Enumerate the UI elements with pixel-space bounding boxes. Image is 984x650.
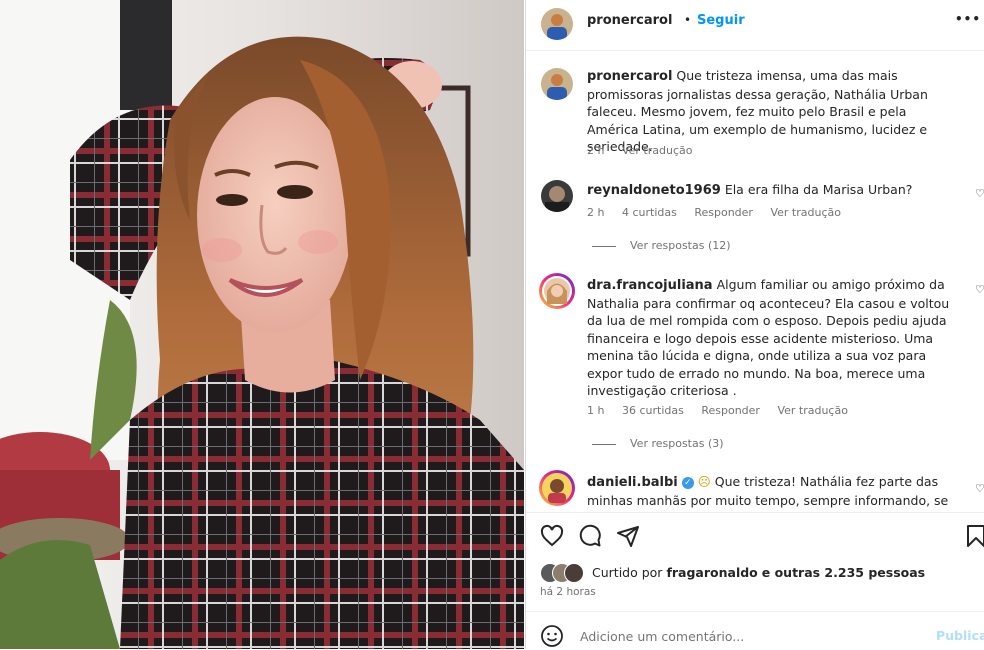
comment-row: dra.francojuliana Algum familiar ou amig…	[587, 276, 957, 400]
commenter-avatar[interactable]	[539, 273, 575, 309]
comment-time: 2 h	[587, 206, 605, 219]
likes-summary: Curtido por fragaronaldo e outras 2.235 …	[592, 565, 925, 580]
view-replies-button[interactable]: Ver respostas (12)	[592, 239, 731, 252]
comment-like-heart-icon[interactable]: ♡	[975, 187, 984, 200]
separator-dot: •	[684, 13, 692, 27]
commenter-avatar[interactable]	[539, 470, 575, 506]
caption-avatar[interactable]	[541, 68, 573, 100]
caption-translate-link[interactable]: Ver tradução	[622, 144, 693, 157]
sad-emoji: ☹	[697, 474, 711, 489]
comment-likes[interactable]: 4 curtidas	[622, 206, 677, 219]
share-icon[interactable]	[616, 524, 640, 548]
caption-username[interactable]: pronercarol	[587, 69, 672, 84]
author-username[interactable]: pronercarol	[587, 13, 672, 28]
author-avatar[interactable]	[541, 8, 573, 40]
reply-link[interactable]: Responder	[701, 404, 760, 417]
comment-row: danieli.balbi ✓ ☹ Que tristeza! Nathália…	[587, 473, 977, 511]
comment-meta: 2 h 4 curtidas Responder Ver tradução	[587, 206, 855, 219]
comment-likes[interactable]: 36 curtidas	[622, 404, 684, 417]
replies-line	[592, 443, 616, 445]
comment-text: Algum familiar ou amigo próximo da Natha…	[587, 277, 950, 398]
reply-link[interactable]: Responder	[694, 206, 753, 219]
view-replies-button[interactable]: Ver respostas (3)	[592, 437, 724, 450]
heart-icon[interactable]	[540, 524, 564, 548]
liker-avatars[interactable]	[540, 563, 588, 583]
emoji-icon[interactable]	[540, 624, 564, 648]
caption-block: pronercarol Que tristeza imensa, uma das…	[587, 67, 957, 156]
post-details-panel: pronercarol • Seguir ••• pronercarol Que…	[525, 0, 984, 649]
post-timestamp[interactable]: há 2 horas	[540, 586, 596, 598]
more-icon[interactable]: •••	[955, 12, 981, 26]
comment-meta: 1 h 36 curtidas Responder Ver tradução	[587, 404, 862, 417]
comment-row: reynaldoneto1969 Ela era filha da Marisa…	[587, 181, 957, 200]
comment-time: 1 h	[587, 404, 605, 417]
comment-like-heart-icon[interactable]: ♡	[975, 482, 984, 495]
comment-row-clip: danieli.balbi ✓ ☹ Que tristeza! Nathália…	[587, 473, 977, 511]
post-photo	[0, 0, 524, 649]
translate-link[interactable]: Ver tradução	[777, 404, 848, 417]
comment-username[interactable]: reynaldoneto1969	[587, 183, 721, 198]
comment-like-heart-icon[interactable]: ♡	[975, 283, 984, 296]
likes-suffix[interactable]: e outras 2.235 pessoas	[762, 565, 925, 580]
view-replies-label[interactable]: Ver respostas (12)	[630, 239, 731, 252]
caption-time: 2 h	[587, 144, 605, 157]
comment-icon[interactable]	[578, 524, 602, 548]
add-comment-bar: Publicar	[526, 611, 984, 650]
replies-line	[592, 245, 616, 247]
translate-link[interactable]: Ver tradução	[770, 206, 841, 219]
comment-input[interactable]	[578, 624, 912, 648]
liker-username[interactable]: fragaronaldo	[666, 565, 757, 580]
post-actions: Curtido por fragaronaldo e outras 2.235 …	[526, 512, 984, 611]
verified-icon: ✓	[681, 476, 694, 489]
woman-selfie-image	[0, 0, 524, 649]
comment-username[interactable]: danieli.balbi	[587, 475, 678, 490]
bookmark-icon[interactable]	[966, 524, 984, 548]
caption-meta: 2 h Ver tradução	[587, 144, 706, 157]
likes-prefix: Curtido por	[592, 565, 663, 580]
post-header: pronercarol • Seguir •••	[526, 0, 984, 51]
view-replies-label[interactable]: Ver respostas (3)	[630, 437, 724, 450]
comment-text: Ela era filha da Marisa Urban?	[724, 182, 913, 197]
publish-button[interactable]: Publicar	[936, 628, 984, 643]
comment-username[interactable]: dra.francojuliana	[587, 278, 713, 293]
avatar	[564, 563, 584, 583]
follow-button[interactable]: Seguir	[697, 13, 745, 28]
commenter-avatar[interactable]	[541, 180, 573, 212]
